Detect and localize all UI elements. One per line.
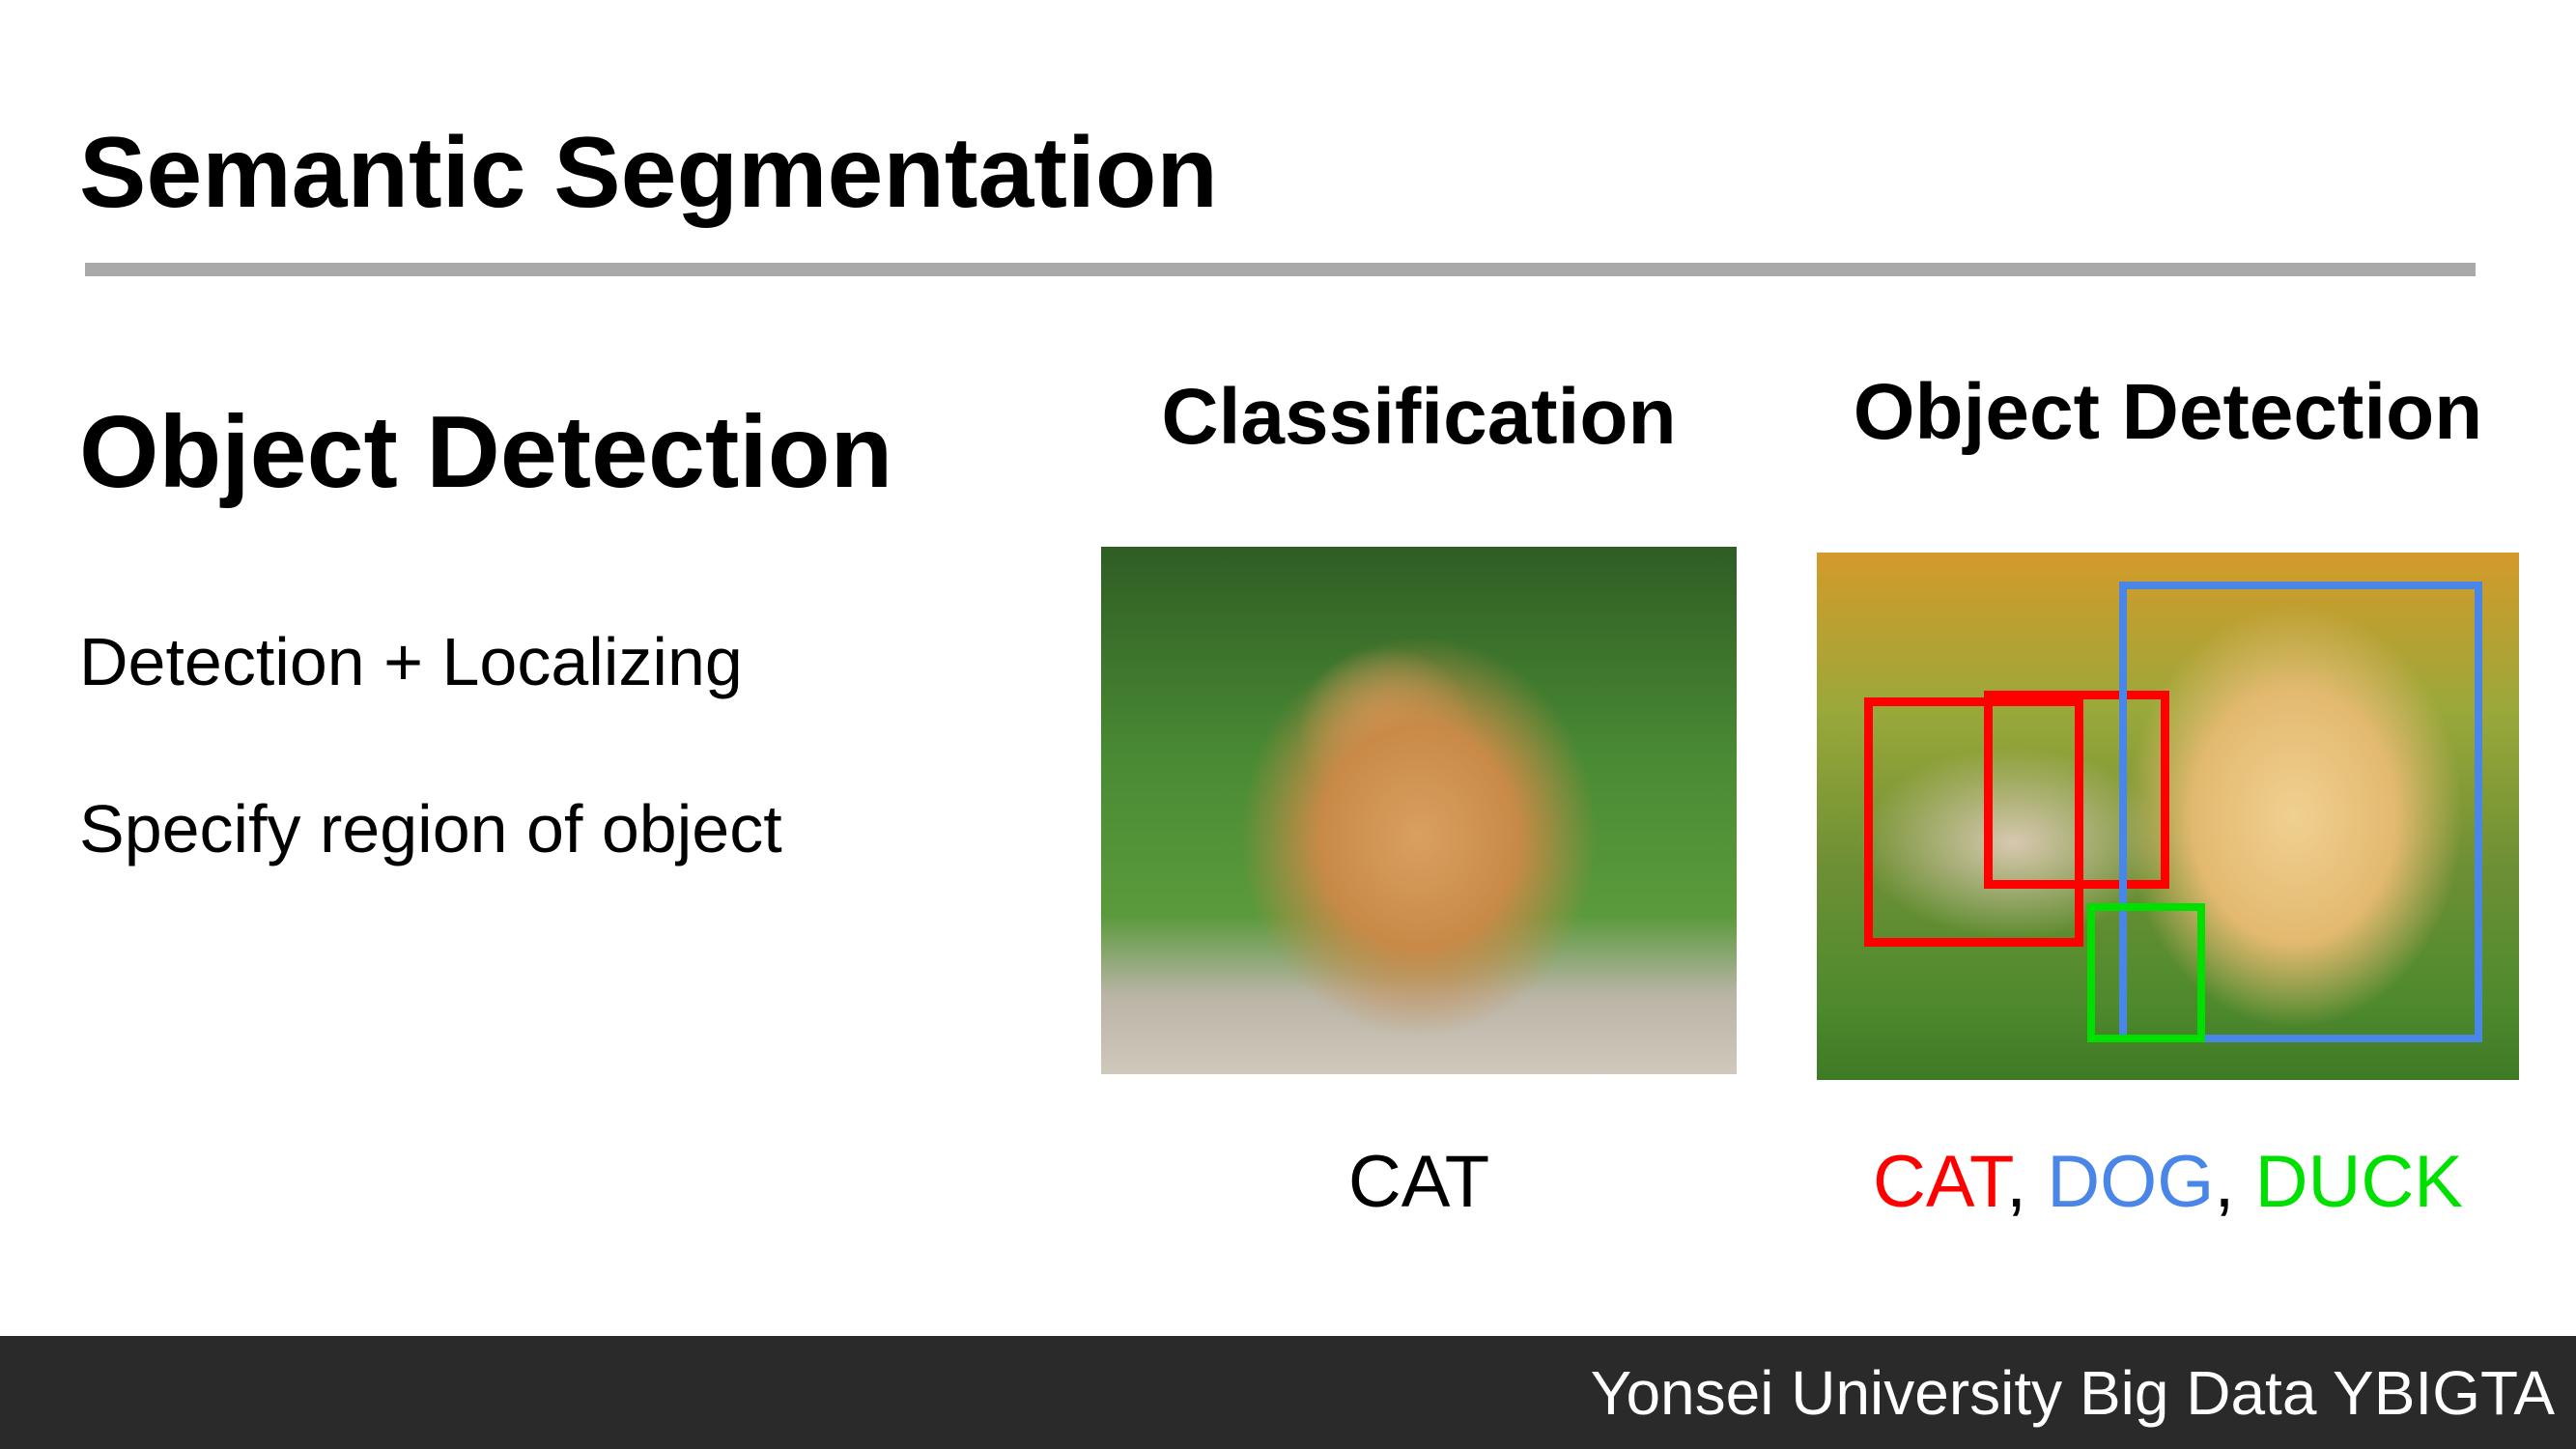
slide-title: Semantic Segmentation bbox=[79, 117, 1218, 229]
duck-bounding-box bbox=[2087, 903, 2205, 1042]
footer-text: Yonsei University Big Data YBIGTA bbox=[1590, 1358, 2555, 1428]
pets-detection-image bbox=[1817, 553, 2519, 1080]
title-divider bbox=[85, 263, 2476, 276]
label-cat: CAT bbox=[1873, 1141, 2006, 1223]
label-dog: DOG bbox=[2047, 1141, 2215, 1223]
kitten-image bbox=[1101, 547, 1737, 1074]
body-text-1: Detection + Localizing bbox=[79, 624, 743, 699]
label-separator: , bbox=[2214, 1141, 2255, 1223]
footer-bar: Yonsei University Big Data YBIGTA bbox=[0, 1336, 2576, 1449]
classification-label: CAT bbox=[1347, 1141, 1490, 1223]
label-duck: DUCK bbox=[2254, 1141, 2463, 1223]
label-separator: , bbox=[2005, 1141, 2048, 1223]
detection-labels: CAT, DOG, DUCK bbox=[1817, 1140, 2519, 1224]
section-heading: Object Detection bbox=[79, 395, 893, 509]
classification-heading: Classification bbox=[1161, 373, 1677, 461]
detection-heading: Object Detection bbox=[1853, 368, 2483, 456]
body-text-2: Specify region of object bbox=[79, 791, 782, 867]
